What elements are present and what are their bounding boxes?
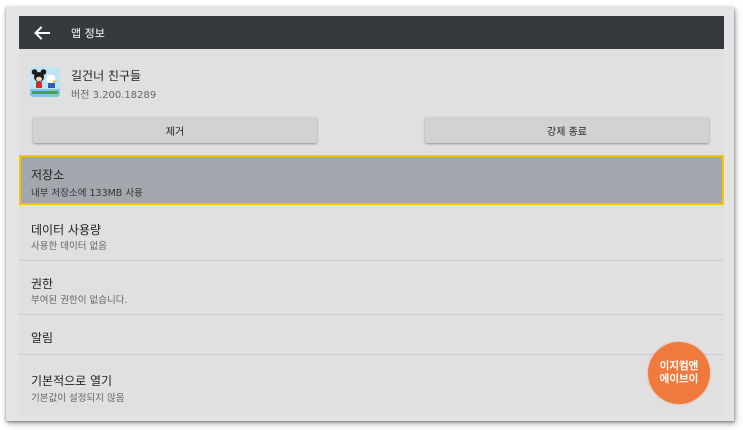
storage-title: 저장소	[31, 168, 65, 182]
app-header: 길건너 친구들 버전 3.200.18289	[19, 49, 724, 109]
settings-item-permissions[interactable]: 권한 부여된 권한이 없습니다.	[19, 261, 724, 315]
permissions-subtitle: 부여된 권한이 없습니다.	[31, 295, 128, 306]
settings-item-open-by-default[interactable]: 기본적으로 열기 기본값이 설정되지 않음	[19, 355, 724, 416]
app-name: 길건너 친구들	[71, 69, 142, 83]
page-title: 앱 정보	[71, 27, 105, 40]
app-info-screen: 앱 정보 길건너 친구들 버전 3.200.18289 제거 강제 종료 저장소…	[19, 16, 724, 416]
uninstall-button[interactable]: 제거	[33, 117, 317, 143]
data-usage-subtitle: 사용한 데이터 없음	[31, 241, 107, 252]
watermark-line-2: 에이브이	[659, 373, 699, 385]
permissions-title: 권한	[31, 277, 54, 291]
open-by-default-subtitle: 기본값이 설정되지 않음	[31, 393, 125, 404]
notifications-title: 알림	[31, 331, 54, 345]
data-usage-title: 데이터 사용량	[31, 223, 102, 237]
watermark-logo: 이지컴앤 에이브이	[648, 342, 710, 404]
settings-item-notifications[interactable]: 알림	[19, 315, 724, 355]
watermark-line-1: 이지컴앤	[659, 360, 699, 372]
settings-item-storage[interactable]: 저장소 내부 저장소에 133MB 사용	[19, 155, 724, 205]
arrow-left-icon[interactable]	[33, 24, 51, 42]
action-bar: 앱 정보	[19, 16, 724, 49]
settings-item-data-usage[interactable]: 데이터 사용량 사용한 데이터 없음	[19, 207, 724, 261]
screenshot-frame: 앱 정보 길건너 친구들 버전 3.200.18289 제거 강제 종료 저장소…	[6, 7, 734, 421]
storage-subtitle: 내부 저장소에 133MB 사용	[31, 188, 143, 199]
app-version: 버전 3.200.18289	[71, 90, 157, 101]
open-by-default-title: 기본적으로 열기	[31, 374, 113, 388]
app-icon	[30, 67, 60, 97]
force-stop-button[interactable]: 강제 종료	[425, 117, 709, 143]
